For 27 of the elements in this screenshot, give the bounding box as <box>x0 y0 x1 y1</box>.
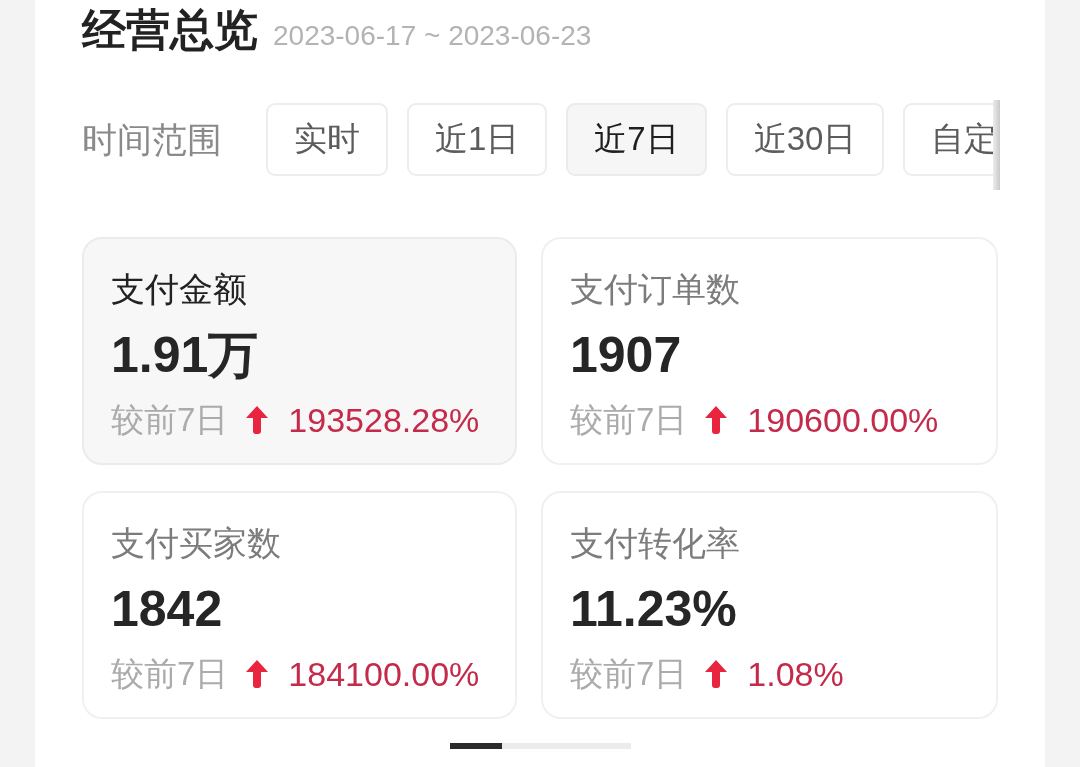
page-title: 经营总览 <box>82 4 258 56</box>
metric-value: 11.23% <box>570 581 737 637</box>
time-range-tab[interactable]: 近30日 <box>725 103 885 176</box>
comparison-label: 较前7日 <box>111 400 229 440</box>
comparison-label: 较前7日 <box>111 654 229 694</box>
metric-card[interactable]: 支付订单数 1907 较前7日 190600.00% <box>541 237 998 465</box>
metric-card[interactable]: 支付转化率 11.23% 较前7日 1.08% <box>541 491 998 719</box>
time-range-tab[interactable]: 近7日 <box>566 103 707 176</box>
metric-value: 1907 <box>570 327 682 383</box>
time-range-tab[interactable]: 实时 <box>266 103 388 176</box>
metric-value: 1842 <box>111 581 223 637</box>
comparison-label: 较前7日 <box>570 654 688 694</box>
metric-card[interactable]: 支付买家数 1842 较前7日 184100.00% <box>82 491 517 719</box>
metric-title: 支付转化率 <box>570 523 740 563</box>
time-range-label: 时间范围 <box>82 119 222 160</box>
metric-title: 支付买家数 <box>111 523 281 563</box>
change-percent: 1.08% <box>747 654 844 694</box>
metric-title: 支付订单数 <box>570 269 740 309</box>
date-range: 2023-06-17 ~ 2023-06-23 <box>273 20 592 52</box>
change-percent: 193528.28% <box>288 400 480 440</box>
comparison-label: 较前7日 <box>570 400 688 440</box>
change-percent: 190600.00% <box>747 400 939 440</box>
change-percent: 184100.00% <box>288 654 480 694</box>
time-range-tab[interactable]: 近1日 <box>407 103 548 176</box>
metric-card[interactable]: 支付金额 1.91万 较前7日 193528.28% <box>82 237 517 465</box>
metric-value: 1.91万 <box>111 327 259 383</box>
metric-title: 支付金额 <box>111 269 247 309</box>
